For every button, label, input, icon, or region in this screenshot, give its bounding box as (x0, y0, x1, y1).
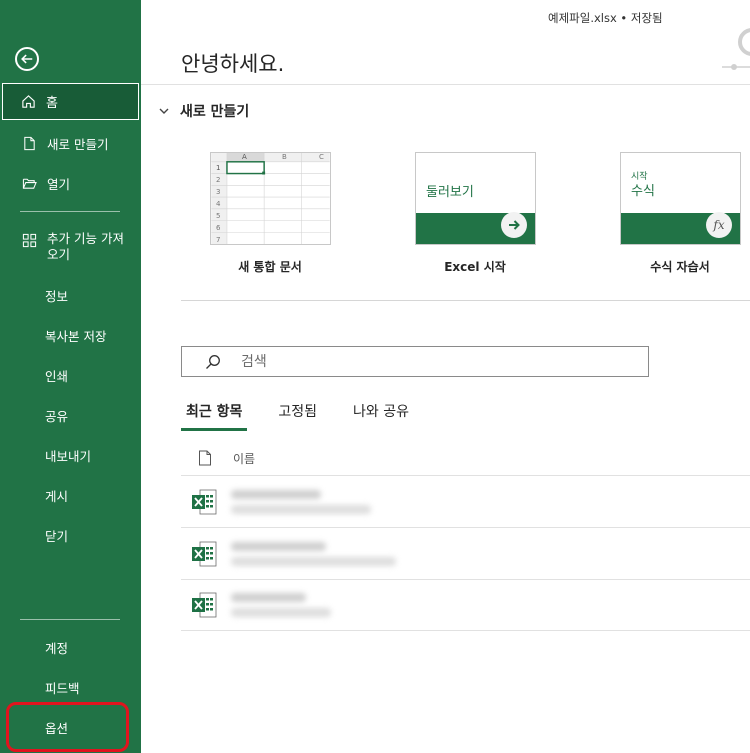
tab-recent[interactable]: 최근 항목 (181, 401, 248, 431)
sidebar-divider (20, 619, 120, 620)
home-icon (20, 94, 36, 110)
col-header-a: A (242, 153, 247, 161)
sidebar-item-label: 공유 (45, 408, 69, 424)
decorative-pattern-icon (722, 28, 750, 70)
sidebar-item-print[interactable]: 인쇄 (0, 365, 141, 385)
col-header-c: C (319, 153, 324, 161)
row-header-6: 6 (216, 224, 221, 232)
blank-workbook-thumbnail: A B C 1 2 3 4 5 6 7 (210, 152, 331, 245)
spreadsheet-grid-icon (211, 153, 330, 244)
formula-tutorial-thumbnail: 시작 수식 fx (620, 152, 741, 245)
sidebar-item-info[interactable]: 정보 (0, 285, 141, 305)
sidebar-item-label: 닫기 (45, 528, 69, 544)
tab-shared[interactable]: 나와 공유 (348, 401, 414, 431)
sidebar-item-home[interactable]: 홈 (2, 83, 139, 120)
blurred-file-name (231, 536, 396, 572)
document-title: 예제파일.xlsx • 저장됨 (548, 11, 663, 25)
search-input[interactable] (241, 353, 621, 370)
sidebar-item-account[interactable]: 계정 (0, 637, 141, 657)
row-header-5: 5 (216, 212, 221, 220)
file-type-icon (199, 450, 211, 466)
sidebar-item-label: 복사본 저장 (45, 328, 107, 344)
row-header-1: 1 (216, 164, 221, 172)
row-header-7: 7 (216, 236, 221, 244)
template-excel-tour[interactable]: 둘러보기 Excel 시작 (415, 152, 536, 274)
sidebar-item-feedback[interactable]: 피드백 (0, 677, 141, 697)
sidebar-item-addins[interactable]: 추가 기능 가져 오기 (0, 231, 141, 265)
sidebar-item-label: 옵션 (45, 720, 69, 736)
sidebar-item-label: 추가 기능 가져 오기 (47, 231, 124, 262)
file-tabs: 최근 항목 고정됨 나와 공유 (181, 401, 440, 431)
sidebar-item-label: 게시 (45, 488, 69, 504)
sidebar-item-label: 열기 (47, 176, 71, 192)
new-section-title: 새로 만들기 (180, 104, 250, 120)
template-formula-tutorial[interactable]: 시작 수식 fx 수식 자습서 (620, 152, 741, 274)
sidebar-item-label: 정보 (45, 288, 69, 304)
backstage-sidebar: 홈 새로 만들기 열기 추가 기능 가져 오기 정보 복사본 저장 인쇄 공유 … (0, 0, 141, 753)
sidebar-item-label: 계정 (45, 640, 69, 656)
sidebar-divider (20, 211, 120, 212)
sidebar-item-label: 내보내기 (45, 448, 92, 464)
blurred-file-name (231, 484, 371, 520)
template-label: 새 통합 문서 (238, 260, 302, 274)
file-row[interactable] (181, 579, 750, 631)
template-label: 수식 자습서 (650, 260, 710, 274)
sidebar-item-open[interactable]: 열기 (0, 173, 141, 193)
tab-pinned[interactable]: 고정됨 (273, 401, 322, 431)
row-header-2: 2 (216, 176, 221, 184)
chevron-down-icon (159, 108, 169, 114)
section-divider (181, 300, 750, 301)
sidebar-item-label: 피드백 (45, 680, 80, 696)
file-list-header: 이름 (181, 446, 750, 470)
excel-tour-thumbnail: 둘러보기 (415, 152, 536, 245)
arrow-right-icon (501, 212, 527, 238)
excel-file-icon (192, 592, 217, 618)
column-name-header[interactable]: 이름 (233, 450, 255, 467)
function-fx-icon: fx (706, 212, 732, 238)
sidebar-item-new[interactable]: 새로 만들기 (0, 133, 141, 153)
sidebar-item-label: 홈 (46, 96, 58, 111)
sidebar-item-export[interactable]: 내보내기 (0, 445, 141, 465)
sidebar-item-label: 새로 만들기 (47, 136, 109, 152)
formula-thumb-big-text: 수식 (631, 184, 655, 199)
sidebar-item-save-copy[interactable]: 복사본 저장 (0, 325, 141, 345)
file-row[interactable] (181, 527, 750, 579)
excel-file-icon (192, 489, 217, 514)
new-document-icon (21, 135, 37, 151)
col-header-b: B (282, 153, 287, 161)
blurred-file-name (231, 587, 331, 623)
row-header-4: 4 (216, 200, 221, 208)
folder-open-icon (21, 175, 37, 191)
excel-file-icon (192, 541, 217, 566)
sidebar-item-publish[interactable]: 게시 (0, 485, 141, 505)
back-arrow-icon[interactable] (15, 47, 39, 71)
file-row[interactable] (181, 475, 750, 527)
addins-icon (21, 232, 37, 248)
header-divider (141, 84, 750, 85)
greeting-heading: 안녕하세요. (181, 52, 285, 76)
row-header-3: 3 (216, 188, 221, 196)
sidebar-item-options[interactable]: 옵션 (0, 717, 141, 737)
search-box[interactable] (181, 346, 649, 377)
sidebar-item-close[interactable]: 닫기 (0, 525, 141, 545)
sidebar-item-label: 인쇄 (45, 368, 69, 384)
sidebar-item-share[interactable]: 공유 (0, 405, 141, 425)
template-blank-workbook[interactable]: A B C 1 2 3 4 5 6 7 새 통합 문서 (210, 152, 331, 274)
tour-thumbnail-text: 둘러보기 (426, 185, 474, 200)
new-section-toggle[interactable]: 새로 만들기 (158, 101, 249, 121)
search-icon (206, 354, 220, 369)
template-label: Excel 시작 (444, 260, 506, 274)
